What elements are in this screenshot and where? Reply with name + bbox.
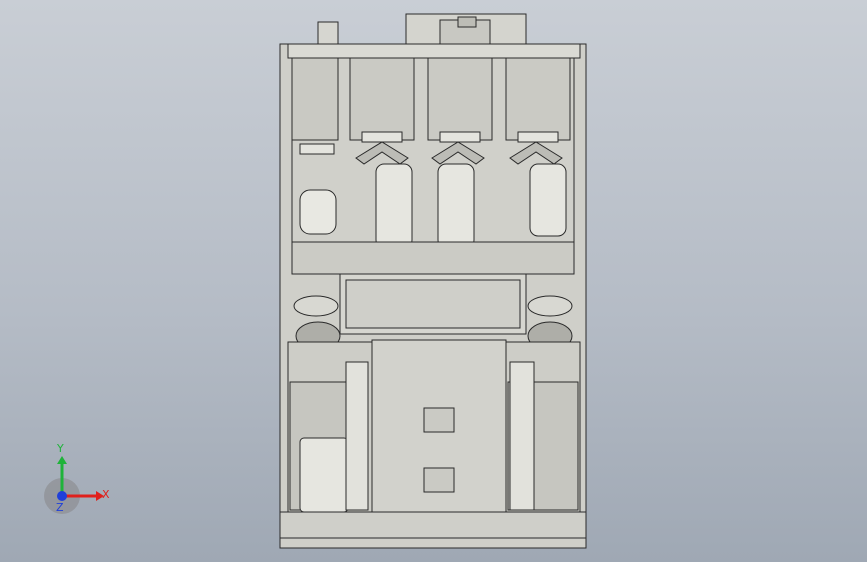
barrel-1 <box>299 189 337 235</box>
base-plate <box>279 511 587 549</box>
mid-band <box>291 241 575 275</box>
contactor-model[interactable] <box>279 13 587 549</box>
lower-left-cylinder <box>299 437 349 513</box>
inspection-window-lower <box>423 467 455 493</box>
coil-housing <box>371 339 507 539</box>
cad-viewport[interactable] <box>0 0 867 562</box>
terminal-cell-4 <box>505 57 571 141</box>
axis-triad: X Y Z <box>44 442 110 514</box>
screw-head-1 <box>299 143 335 155</box>
housing-top-rail <box>287 43 581 59</box>
inspection-window-upper <box>423 407 455 433</box>
terminal-cell-3 <box>427 57 493 141</box>
aux-contact-right-top <box>527 295 573 317</box>
aux-contact-left-top <box>293 295 339 317</box>
terminal-cell-2 <box>349 57 415 141</box>
barrel-3 <box>437 163 475 249</box>
terminal-cell-1 <box>291 57 339 141</box>
barrel-4 <box>529 163 567 237</box>
screw-head-4 <box>517 131 559 143</box>
lower-right-post <box>509 361 535 511</box>
barrel-2 <box>375 163 413 249</box>
screw-head-2 <box>361 131 403 143</box>
screw-head-3 <box>439 131 481 143</box>
x-axis-label: X <box>102 488 110 501</box>
z-axis-dot <box>57 491 67 501</box>
lower-left-post <box>345 361 369 511</box>
top-latch-notch <box>457 16 477 28</box>
y-axis-label: Y <box>56 442 64 455</box>
armature-inner <box>345 279 521 329</box>
y-axis-arrow <box>57 456 67 464</box>
z-axis-label: Z <box>56 501 64 514</box>
